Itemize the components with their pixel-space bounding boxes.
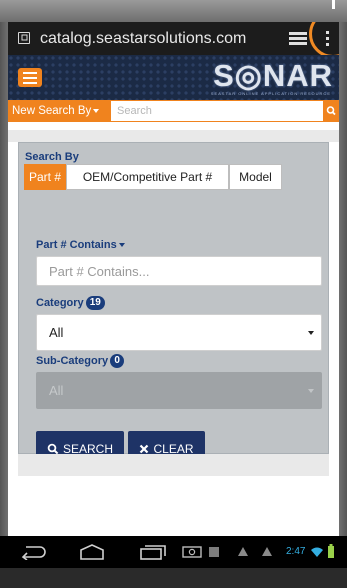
subcategory-label: Sub-Category [36, 354, 109, 367]
spacer-band [8, 130, 339, 142]
device-frame-left [0, 22, 8, 558]
category-value: All [49, 325, 64, 340]
subcategory-select: All [36, 372, 322, 409]
option-oem-competitive-part[interactable]: OEM/Competitive Part # [66, 164, 229, 190]
category-label: Category [36, 296, 84, 309]
panel-footer-band [18, 454, 329, 476]
screenshot-icon [182, 546, 202, 558]
device-frame-top [0, 0, 347, 22]
recent-apps-icon[interactable] [138, 543, 168, 561]
url-text[interactable]: catalog.seastarsolutions.com [40, 30, 246, 48]
gallery-icon [209, 547, 219, 557]
battery-icon [328, 544, 334, 558]
option-model[interactable]: Model [229, 164, 282, 190]
warning-icon [238, 547, 248, 556]
category-count-badge: 19 [85, 296, 105, 310]
close-icon [140, 444, 149, 454]
sonar-logo[interactable]: S◎NAR SEASTAR ONLINE APPLICATION RESOURC… [193, 58, 333, 98]
spacer [8, 122, 339, 130]
chevron-down-icon [308, 331, 314, 335]
page-icon [18, 32, 30, 44]
search-by-label: Search By [25, 151, 79, 163]
device-frame-bottom [0, 568, 347, 588]
frame-marker [332, 0, 335, 9]
tabs-icon[interactable] [289, 32, 307, 45]
search-form-panel: Search By Part # OEM/Competitive Part # … [18, 142, 329, 467]
site-header: S◎NAR SEASTAR ONLINE APPLICATION RESOURC… [8, 55, 339, 100]
subcategory-count-badge: 0 [110, 354, 125, 368]
part-contains-label: Part # Contains [36, 239, 117, 251]
highlight-ring [309, 22, 339, 58]
new-search-by-dropdown[interactable]: New Search By [8, 100, 103, 122]
quick-search-input[interactable] [111, 101, 323, 121]
chevron-down-icon [308, 389, 314, 393]
category-label-row: Category 19 [36, 296, 105, 310]
quick-search-bar: New Search By [8, 100, 339, 122]
logo-subtitle: SEASTAR ONLINE APPLICATION RESOURCE [210, 91, 331, 96]
category-select[interactable]: All [36, 314, 322, 351]
device-frame-right [339, 22, 347, 558]
subcategory-label-row: Sub-Category 0 [36, 354, 125, 368]
hamburger-icon[interactable] [18, 68, 42, 87]
system-navigation-bar: 2:47 [0, 536, 347, 568]
option-part-number[interactable]: Part # [24, 164, 66, 190]
part-number-input[interactable] [36, 256, 322, 286]
new-search-by-label: New Search By [12, 105, 92, 117]
chevron-down-icon [118, 243, 125, 248]
home-icon[interactable] [78, 543, 106, 561]
back-icon[interactable] [20, 544, 46, 560]
wifi-icon [311, 547, 323, 557]
device-screen: catalog.seastarsolutions.com S◎NAR SEAST… [8, 22, 339, 558]
status-time: 2:47 [286, 546, 306, 557]
part-contains-dropdown[interactable]: Part # Contains [36, 239, 125, 251]
browser-url-bar: catalog.seastarsolutions.com [8, 22, 339, 58]
warning-icon [262, 547, 272, 556]
subcategory-value: All [49, 383, 64, 398]
logo-text: S◎NAR [213, 58, 333, 93]
search-icon[interactable] [324, 100, 339, 122]
chevron-down-icon [93, 108, 100, 113]
